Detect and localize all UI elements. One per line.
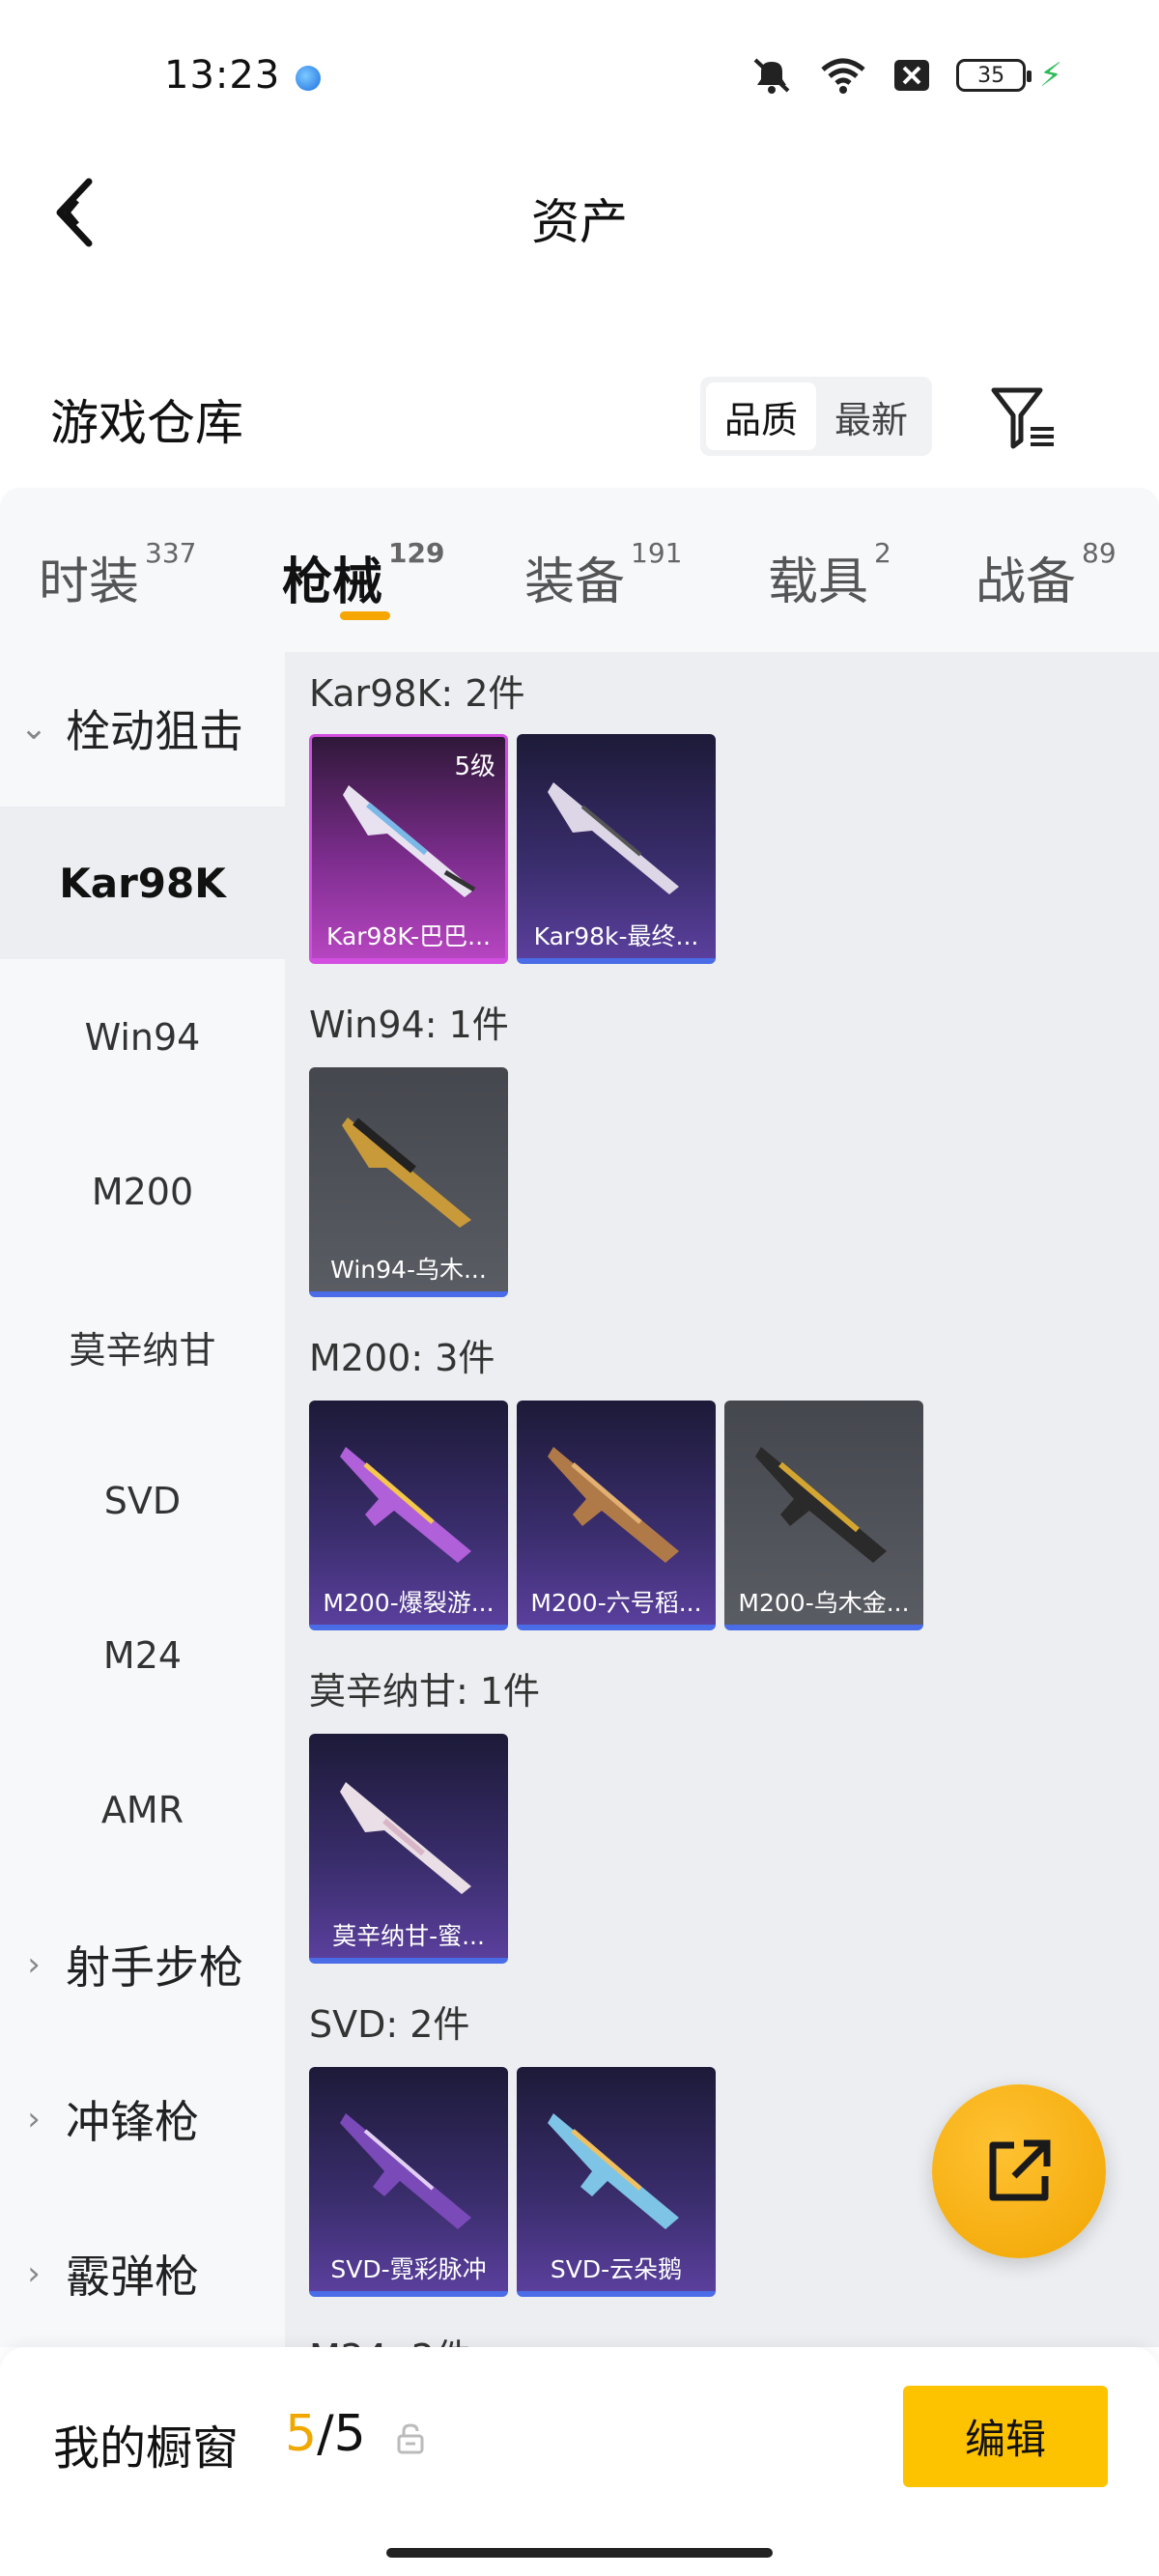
sort-toggle: 品质 最新 [700, 377, 932, 456]
section-title-m200: M200: 3件 [309, 1337, 495, 1379]
rifle-icon [343, 785, 476, 897]
skin-card[interactable]: Kar98k-最终... [517, 734, 716, 964]
skin-card[interactable]: M200-六号稻... [517, 1401, 716, 1630]
sidebar-group-label: 冲锋枪 [66, 2096, 199, 2148]
status-bar: 13:23 35 ⚡ [0, 0, 1159, 155]
section-title-svd: SVD: 2件 [309, 2003, 470, 2046]
sidebar-item-m200[interactable]: M200 [0, 1116, 285, 1268]
skin-name: Kar98k-最终... [533, 922, 699, 950]
category-tabs: 时装337 枪械129 装备191 载具2 战备89 [0, 488, 1159, 652]
filter-icon[interactable] [990, 384, 1058, 452]
chevron-right-icon: › [27, 2100, 41, 2138]
header: 资产 [0, 155, 1159, 270]
skin-card[interactable]: SVD-云朵鹅 [517, 2067, 716, 2297]
sidebar-item-kar98k[interactable]: Kar98K [0, 807, 285, 959]
sidebar-group-smg[interactable]: › 冲锋枪 [0, 2043, 285, 2195]
sidebar-item-svd[interactable]: SVD [0, 1425, 285, 1577]
sidebar-group-label: 栓动狙击 [66, 705, 243, 757]
external-link-icon [989, 2139, 1051, 2201]
chevron-right-icon: › [27, 1945, 41, 1984]
tab-equipment[interactable]: 装备191 [524, 537, 682, 613]
rifle-icon [548, 1447, 679, 1563]
tab-supplies[interactable]: 战备89 [975, 537, 1117, 613]
showcase-count: 5/5 [285, 2405, 366, 2463]
sidebar-group-shotgun[interactable]: › 霰弹枪 [0, 2197, 285, 2350]
section-title-win94: Win94: 1件 [309, 1004, 509, 1046]
skin-card[interactable]: M200-爆裂游... [309, 1401, 508, 1630]
skin-card[interactable]: Win94-乌木... [309, 1067, 508, 1297]
rifle-icon [548, 782, 679, 894]
showcase-label: 我的橱窗 [53, 2421, 240, 2476]
battery-level: 35 [977, 63, 1005, 88]
sidebar-group-dmr[interactable]: › 射手步枪 [0, 1888, 285, 2041]
showcase-total: /5 [317, 2405, 366, 2463]
rifle-icon [548, 2113, 679, 2229]
home-indicator[interactable] [386, 2548, 773, 2558]
rifle-icon [340, 1447, 471, 1563]
tab-label: 时装 [39, 553, 140, 611]
active-tab-indicator [340, 611, 390, 620]
skin-card[interactable]: 莫辛纳甘-蜜... [309, 1734, 508, 1964]
sidebar-item-mosin[interactable]: 莫辛纳甘 [0, 1270, 285, 1423]
mute-icon [753, 58, 790, 94]
tab-vehicles[interactable]: 载具2 [768, 537, 891, 613]
showcase-current: 5 [285, 2405, 318, 2463]
skin-name: M200-爆裂游... [323, 1589, 495, 1617]
tab-count: 337 [145, 537, 197, 569]
status-time: 13:23 [164, 53, 281, 98]
skin-name: SVD-云朵鹅 [550, 2255, 683, 2283]
edit-button[interactable]: 编辑 [903, 2386, 1108, 2487]
rifle-icon [340, 2113, 471, 2229]
section-title-mosin: 莫辛纳甘: 1件 [309, 1670, 541, 1713]
sort-quality-button[interactable]: 品质 [706, 382, 816, 450]
skin-card[interactable]: M200-乌木金... [724, 1401, 923, 1630]
level-badge: 5级 [454, 752, 495, 781]
app-notification-icon [296, 66, 321, 91]
tab-label: 战备 [975, 553, 1077, 611]
skin-name: Win94-乌木... [330, 1256, 487, 1284]
tab-guns[interactable]: 枪械129 [282, 537, 444, 613]
no-sim-icon [894, 60, 930, 91]
showcase-bar: 我的橱窗 5/5 编辑 [0, 2347, 1159, 2576]
skin-card[interactable]: SVD-霓彩脉冲 [309, 2067, 508, 2297]
sidebar-group-bolt-sniper[interactable]: ⌄ 栓动狙击 [0, 652, 285, 805]
tab-label: 载具 [768, 553, 869, 611]
status-icons: 35 ⚡ [749, 56, 1062, 95]
page-title: 资产 [531, 194, 628, 250]
tab-label: 装备 [524, 553, 626, 611]
chevron-down-icon: ⌄ [19, 709, 48, 748]
skin-name: SVD-霓彩脉冲 [330, 2255, 487, 2283]
skin-name: M200-乌木金... [738, 1589, 910, 1617]
tab-count: 2 [874, 537, 891, 569]
sidebar-item-amr[interactable]: AMR [0, 1734, 285, 1886]
sidebar-group-label: 射手步枪 [66, 1941, 243, 1994]
charging-icon: ⚡ [1039, 56, 1062, 95]
tab-count: 191 [631, 537, 683, 569]
rifle-icon [340, 1782, 471, 1894]
tab-count: 129 [388, 537, 445, 569]
skin-name: M200-六号稻... [530, 1589, 702, 1617]
skin-name: 莫辛纳甘-蜜... [332, 1922, 485, 1950]
rifle-icon [342, 1118, 471, 1228]
sort-newest-button[interactable]: 最新 [816, 382, 926, 450]
warehouse-header: 游戏仓库 品质 最新 [0, 357, 1159, 483]
tab-label: 枪械 [282, 553, 383, 611]
sidebar: ⌄ 栓动狙击 Kar98K Win94 M200 莫辛纳甘 SVD M24 AMR… [0, 652, 285, 2347]
lock-icon [397, 2423, 424, 2454]
warehouse-title: 游戏仓库 [50, 395, 243, 451]
tab-count: 89 [1082, 537, 1117, 569]
section-title-m24: M24: 2件 [309, 2328, 471, 2347]
wifi-icon [821, 58, 865, 94]
battery-icon: 35 [956, 59, 1032, 92]
chevron-right-icon: › [27, 2254, 41, 2293]
rifle-icon [755, 1447, 887, 1563]
sidebar-group-label: 霰弹枪 [66, 2250, 199, 2303]
skin-name: Kar98K-巴巴... [326, 922, 491, 950]
section-title-kar98k: Kar98K: 2件 [309, 672, 525, 715]
sidebar-item-win94[interactable]: Win94 [0, 961, 285, 1114]
share-button[interactable] [932, 2084, 1106, 2258]
skin-card[interactable]: 5级 Kar98K-巴巴... [309, 734, 508, 964]
sidebar-item-m24[interactable]: M24 [0, 1579, 285, 1732]
tab-fashion[interactable]: 时装337 [39, 537, 196, 613]
